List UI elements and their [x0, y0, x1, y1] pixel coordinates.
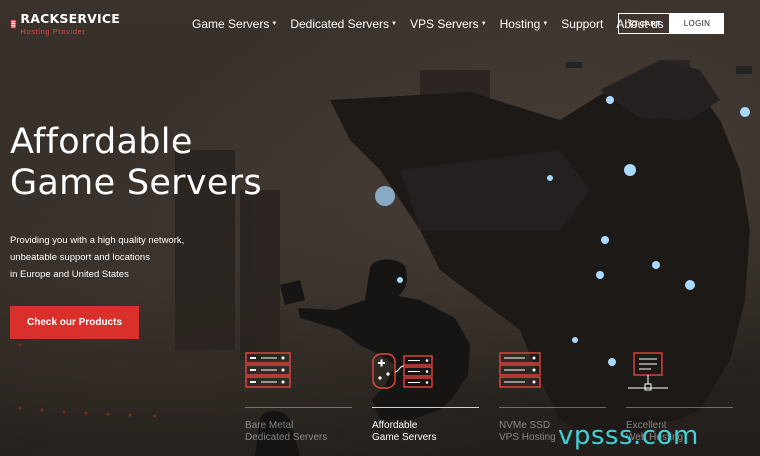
hero-title-line2: Game Servers [10, 163, 262, 203]
server-rack-icon [245, 352, 291, 388]
nav-support[interactable]: Support [561, 17, 603, 31]
hero-title-line1: Affordable [10, 122, 193, 162]
nav-label: Support [561, 17, 604, 31]
product-label: Bare Metal Dedicated Servers [245, 420, 327, 443]
nav-vps-servers[interactable]: VPS Servers ▼ [410, 17, 487, 31]
product-label: Affordable Game Servers [372, 420, 436, 443]
caret-down-icon: ▼ [391, 21, 397, 27]
nav-label: Game Servers [192, 17, 270, 31]
nav-game-servers[interactable]: Game Servers ▼ [192, 17, 277, 31]
product-dedicated-servers[interactable]: Bare Metal Dedicated Servers [245, 346, 355, 456]
nav-hosting[interactable]: Hosting ▼ [500, 17, 549, 31]
nav-dedicated-servers[interactable]: Dedicated Servers ▼ [290, 17, 397, 31]
login-button[interactable]: LOGIN [670, 13, 724, 34]
hero-title: Affordable Game Servers [10, 122, 262, 204]
caret-down-icon: ▼ [480, 21, 487, 27]
cart-label: CART [639, 19, 661, 28]
cart-icon [627, 19, 638, 28]
product-label-line2: Dedicated Servers [245, 431, 328, 443]
product-label: NVMe SSD VPS Hosting [499, 420, 556, 443]
nav-label: Hosting [499, 17, 541, 31]
hero-desc-line2: unbeatable support and locations [10, 252, 150, 263]
product-label-line2: VPS Hosting [499, 431, 556, 443]
nav-label: VPS Servers [409, 17, 479, 31]
watermark: vpsss.com [558, 421, 699, 451]
caret-down-icon: ▼ [271, 21, 278, 27]
product-label-line2: Game Servers [372, 431, 437, 443]
product-label-line1: NVMe SSD [499, 420, 551, 431]
hero-description: Providing you with a high quality networ… [10, 232, 210, 283]
gamepad-server-icon [372, 353, 433, 389]
product-game-servers[interactable]: Affordable Game Servers [372, 346, 482, 456]
main-nav: Game Servers ▼ Dedicated Servers ▼ VPS Ser… [192, 17, 677, 31]
caret-down-icon: ▼ [542, 21, 549, 27]
logo[interactable]: RACKSERVICE Hosting Provider [10, 10, 120, 38]
hero-desc-line3: in Europe and United States [10, 269, 129, 280]
monitor-network-icon [628, 352, 668, 391]
rack-logo-icon [10, 19, 16, 29]
product-label-line1: Bare Metal [245, 420, 294, 431]
product-label-line1: Affordable [372, 420, 418, 431]
nav-label: Dedicated Servers [290, 17, 390, 31]
site-header: RACKSERVICE Hosting Provider Game Server… [0, 0, 760, 48]
product-divider [245, 407, 352, 408]
logo-tagline: Hosting Provider [20, 26, 86, 36]
hero-desc-line1: Providing you with a high quality networ… [10, 235, 185, 246]
check-products-button[interactable]: Check our Products [10, 306, 139, 339]
server-stack-icon [499, 352, 541, 388]
product-divider [499, 407, 606, 408]
product-divider [626, 407, 733, 408]
cart-button[interactable]: CART [618, 13, 670, 34]
product-divider [372, 407, 479, 408]
logo-name: RACKSERVICE [20, 11, 120, 26]
